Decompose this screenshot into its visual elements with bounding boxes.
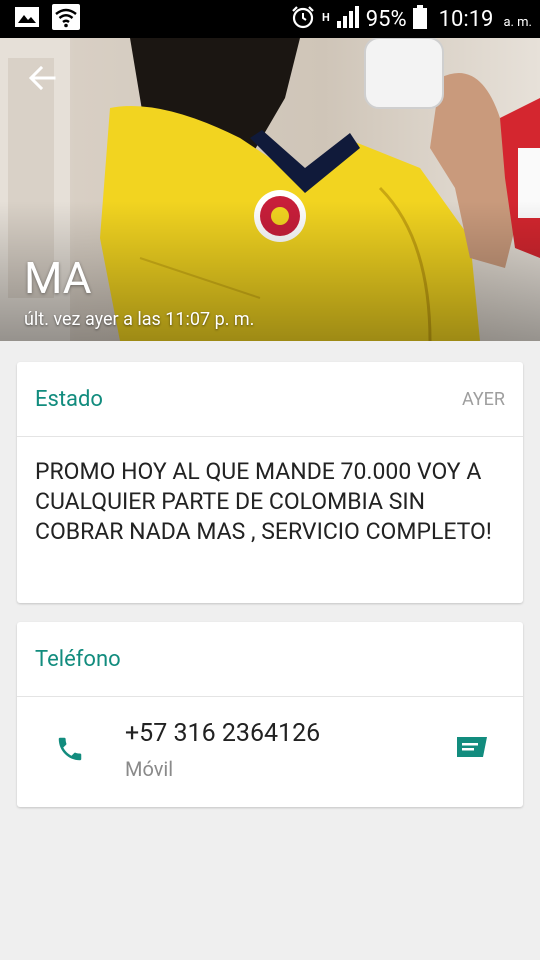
alarm-icon [290, 5, 316, 33]
status-bar: H 95% 10:19 a. m. [0, 0, 540, 38]
clock-ampm: a. m. [503, 14, 532, 30]
battery-percent: 95% [365, 6, 407, 32]
network-type-label: H [322, 11, 330, 24]
contact-header: MA últ. vez ayer a las 11:07 p. m. [0, 38, 540, 341]
phone-type: Móvil [125, 757, 174, 781]
clock-time: 10:19 [438, 6, 494, 32]
arrow-left-icon [28, 65, 56, 95]
signal-icon [336, 6, 360, 32]
phone-icon[interactable] [55, 734, 85, 768]
phone-number: +57 316 2364126 [125, 719, 321, 748]
last-seen-text: últ. vez ayer a las 11:07 p. m. [24, 309, 255, 330]
image-icon [14, 6, 40, 32]
status-card: Estado AYER PROMO HOY AL QUE MANDE 70.00… [17, 362, 523, 603]
phone-title: Teléfono [35, 646, 121, 672]
status-title: Estado [35, 386, 103, 412]
phone-row[interactable]: +57 316 2364126 Móvil [17, 697, 523, 807]
contact-name: MA [24, 252, 92, 304]
wifi-icon [52, 4, 80, 34]
phone-card: Teléfono +57 316 2364126 Móvil [17, 622, 523, 807]
battery-icon [412, 5, 427, 33]
back-button[interactable] [22, 60, 62, 100]
status-message: PROMO HOY AL QUE MANDE 70.000 VOY A CUAL… [35, 458, 492, 545]
phone-card-header: Teléfono [17, 622, 523, 697]
message-icon[interactable] [455, 735, 489, 765]
status-card-header: Estado AYER [17, 362, 523, 437]
status-date: AYER [461, 388, 505, 410]
